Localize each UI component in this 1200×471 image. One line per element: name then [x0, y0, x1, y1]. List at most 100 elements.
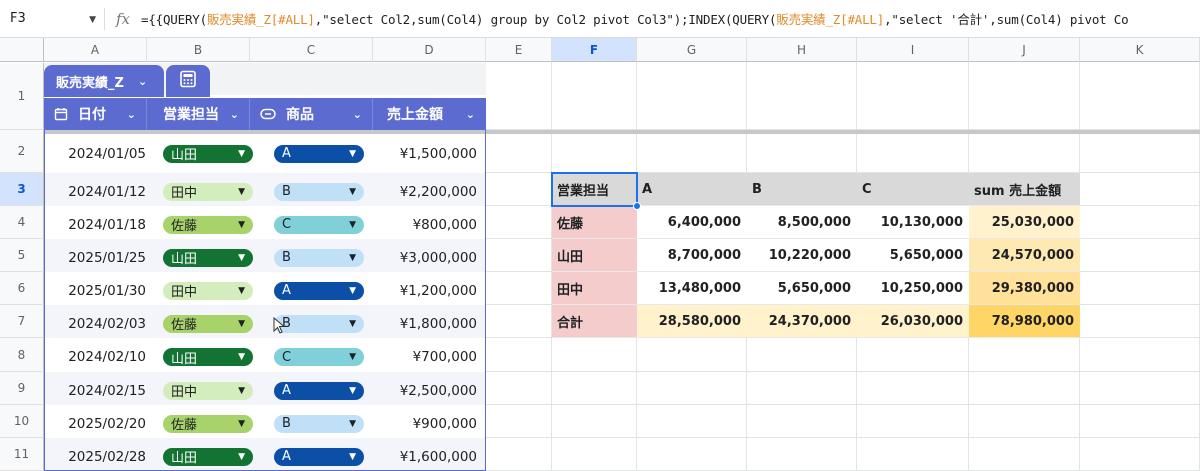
column-header-d[interactable]: D — [373, 38, 486, 62]
chevron-down-icon[interactable]: ▼ — [238, 319, 245, 329]
select-all-corner[interactable] — [0, 38, 44, 62]
chevron-down-icon[interactable]: ▼ — [349, 149, 356, 159]
pivot-value-cell[interactable]: 78,980,000 — [969, 305, 1080, 338]
date-cell[interactable]: 2024/01/18 — [44, 210, 146, 239]
rep-chip[interactable]: 佐藤 ▼ — [163, 215, 253, 234]
pivot-header-cell[interactable]: 営業担当 — [552, 173, 637, 206]
pivot-row-label[interactable]: 佐藤 — [552, 206, 637, 239]
chevron-down-icon[interactable]: ⌄ — [127, 108, 136, 121]
column-header-f[interactable]: F — [552, 38, 637, 62]
pivot-header-cell[interactable]: sum 売上金額 — [969, 173, 1080, 206]
pivot-row-label[interactable]: 山田 — [552, 239, 637, 272]
pivot-header-cell[interactable]: C — [857, 173, 969, 206]
rep-chip[interactable]: 山田 ▼ — [163, 144, 253, 163]
chevron-down-icon[interactable]: ▼ — [349, 352, 356, 362]
chevron-down-icon[interactable]: ▼ — [238, 220, 245, 230]
pivot-value-cell[interactable]: 10,250,000 — [857, 272, 969, 305]
column-header-g[interactable]: G — [637, 38, 747, 62]
pivot-row-label[interactable]: 合計 — [552, 305, 637, 338]
chevron-down-icon[interactable]: ▼ — [349, 220, 356, 230]
product-chip[interactable]: A ▼ — [274, 381, 364, 400]
table-header-0[interactable]: 日付 ⌄ — [44, 98, 147, 130]
chevron-down-icon[interactable]: ▼ — [238, 149, 245, 159]
table-header-1[interactable]: 営業担当 ⌄ — [147, 98, 250, 130]
column-header-k[interactable]: K — [1080, 38, 1200, 62]
rep-chip[interactable]: 山田 ▼ — [163, 348, 253, 367]
date-cell[interactable]: 2024/01/12 — [44, 177, 146, 206]
chevron-down-icon[interactable]: ▼ — [349, 187, 356, 197]
chevron-down-icon[interactable]: ▼ — [89, 15, 96, 25]
column-header-a[interactable]: A — [44, 38, 147, 62]
pivot-value-cell[interactable]: 28,580,000 — [637, 305, 747, 338]
row-header-11[interactable]: 11 — [0, 438, 44, 471]
chevron-down-icon[interactable]: ⌄ — [466, 108, 475, 121]
rep-chip[interactable]: 山田 ▼ — [163, 447, 253, 466]
amount-cell[interactable]: ¥1,800,000 — [373, 309, 477, 338]
chevron-down-icon[interactable]: ▼ — [349, 386, 356, 396]
chevron-down-icon[interactable]: ▼ — [349, 452, 356, 462]
pivot-value-cell[interactable]: 24,370,000 — [747, 305, 857, 338]
rep-chip[interactable]: 佐藤 ▼ — [163, 414, 253, 433]
chevron-down-icon[interactable]: ▼ — [238, 386, 245, 396]
amount-cell[interactable]: ¥700,000 — [373, 342, 477, 372]
pivot-header-cell[interactable]: A — [637, 173, 747, 206]
rep-chip[interactable]: 田中 ▼ — [163, 381, 253, 400]
pivot-value-cell[interactable]: 5,650,000 — [747, 272, 857, 305]
date-cell[interactable]: 2024/01/05 — [44, 134, 146, 173]
column-header-b[interactable]: B — [147, 38, 250, 62]
pivot-value-cell[interactable]: 8,700,000 — [637, 239, 747, 272]
name-box[interactable]: F3 ▼ — [0, 0, 104, 38]
pivot-value-cell[interactable]: 10,220,000 — [747, 239, 857, 272]
date-cell[interactable]: 2024/02/10 — [44, 342, 146, 372]
pivot-row-label[interactable]: 田中 — [552, 272, 637, 305]
row-header-4[interactable]: 4 — [0, 206, 44, 239]
row-header-9[interactable]: 9 — [0, 372, 44, 405]
chevron-down-icon[interactable]: ▼ — [349, 253, 356, 263]
amount-cell[interactable]: ¥1,600,000 — [373, 442, 477, 471]
column-header-c[interactable]: C — [250, 38, 373, 62]
column-header-e[interactable]: E — [486, 38, 552, 62]
product-chip[interactable]: B ▼ — [274, 248, 364, 267]
chevron-down-icon[interactable]: ▼ — [238, 187, 245, 197]
pivot-value-cell[interactable]: 29,380,000 — [969, 272, 1080, 305]
product-chip[interactable]: C ▼ — [274, 348, 364, 366]
chevron-down-icon[interactable]: ▼ — [238, 253, 245, 263]
product-chip[interactable]: B ▼ — [274, 414, 364, 433]
chevron-down-icon[interactable]: ▼ — [349, 319, 356, 329]
column-header-h[interactable]: H — [747, 38, 857, 62]
chevron-down-icon[interactable]: ⌄ — [138, 75, 147, 88]
amount-cell[interactable]: ¥1,200,000 — [373, 276, 477, 305]
date-cell[interactable]: 2025/02/28 — [44, 442, 146, 471]
chevron-down-icon[interactable]: ⌄ — [230, 108, 239, 121]
rep-chip[interactable]: 佐藤 ▼ — [163, 314, 253, 333]
chevron-down-icon[interactable]: ▼ — [238, 452, 245, 462]
pivot-value-cell[interactable]: 26,030,000 — [857, 305, 969, 338]
amount-cell[interactable]: ¥800,000 — [373, 210, 477, 239]
table-header-3[interactable]: 売上金額 ⌄ — [373, 98, 486, 130]
chevron-down-icon[interactable]: ▼ — [238, 352, 245, 362]
date-cell[interactable]: 2025/01/30 — [44, 276, 146, 305]
date-cell[interactable]: 2025/01/25 — [44, 243, 146, 272]
product-chip[interactable]: A ▼ — [274, 281, 364, 300]
date-cell[interactable]: 2024/02/15 — [44, 376, 146, 405]
row-header-5[interactable]: 5 — [0, 239, 44, 272]
amount-cell[interactable]: ¥3,000,000 — [373, 243, 477, 272]
chevron-down-icon[interactable]: ▼ — [349, 286, 356, 296]
product-chip[interactable]: A ▼ — [274, 447, 364, 466]
pivot-value-cell[interactable]: 10,130,000 — [857, 206, 969, 239]
column-header-j[interactable]: J — [969, 38, 1080, 62]
product-chip[interactable]: B ▼ — [274, 314, 364, 333]
table-name-tab[interactable]: 販売実績_Z ⌄ — [44, 65, 164, 97]
product-chip[interactable]: B ▼ — [274, 182, 364, 201]
row-header-10[interactable]: 10 — [0, 405, 44, 438]
pivot-value-cell[interactable]: 13,480,000 — [637, 272, 747, 305]
column-header-i[interactable]: I — [857, 38, 969, 62]
pivot-value-cell[interactable]: 5,650,000 — [857, 239, 969, 272]
chevron-down-icon[interactable]: ▼ — [238, 419, 245, 429]
product-chip[interactable]: A ▼ — [274, 144, 364, 163]
pivot-value-cell[interactable]: 25,030,000 — [969, 206, 1080, 239]
date-cell[interactable]: 2025/02/20 — [44, 409, 146, 438]
amount-cell[interactable]: ¥2,500,000 — [373, 376, 477, 405]
row-header-8[interactable]: 8 — [0, 338, 44, 372]
row-header-2[interactable]: 2 — [0, 130, 44, 173]
